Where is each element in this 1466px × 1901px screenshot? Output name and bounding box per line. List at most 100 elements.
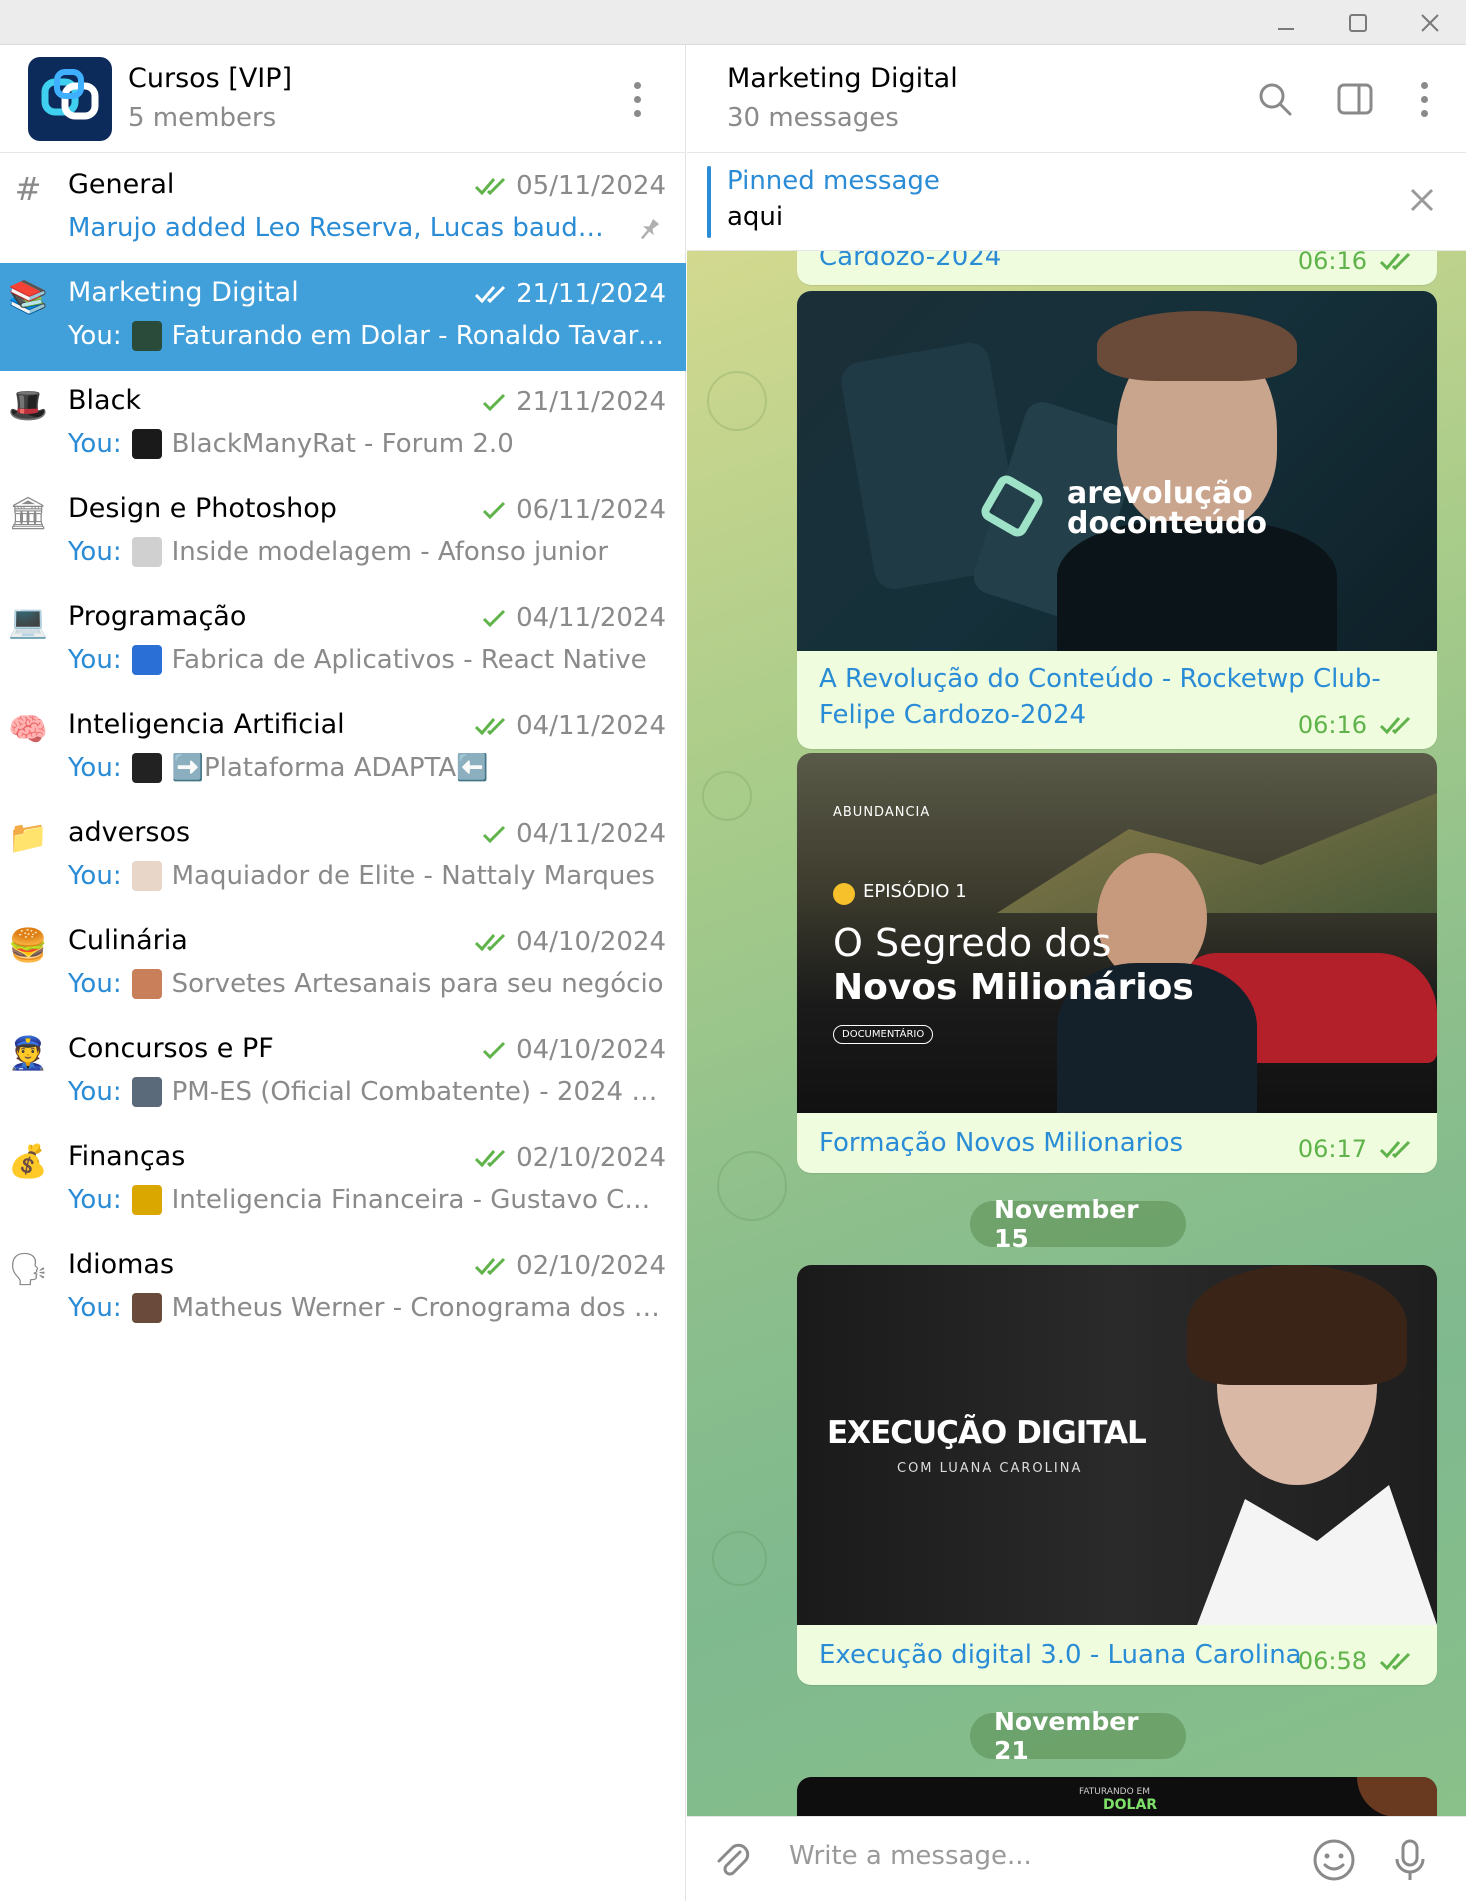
pinned-close-button[interactable] (1402, 180, 1442, 220)
conversation-panel: Marketing Digital 30 messages Pinned mes… (687, 45, 1466, 1901)
play-icon (833, 883, 855, 905)
chat-date: 04/11/2024 (474, 711, 666, 741)
conversation-header[interactable]: Marketing Digital 30 messages (687, 45, 1466, 153)
chat-preview-text: Fabrica de Aplicativos - React Native (171, 645, 647, 675)
chat-title: General (68, 169, 175, 200)
message-bubble[interactable]: FATURANDO EM DOLAR (797, 1777, 1437, 1816)
chat-item[interactable]: 🗣 Idiomas 02/10/2024 You: Matheus Werner - C… (0, 1235, 686, 1343)
chat-date-text: 04/11/2024 (516, 819, 666, 849)
pinned-label: Pinned message (727, 166, 940, 196)
minimize-button[interactable] (1256, 0, 1316, 45)
message-input[interactable]: Write a message... (789, 1841, 1032, 1871)
chat-emoji-icon: 🧠 (8, 710, 48, 748)
emoji-icon (1313, 1839, 1355, 1881)
message-time: 06:16 (1297, 711, 1367, 739)
chat-title: Design e Photoshop (68, 493, 337, 524)
chat-preview: You: PM-ES (Oficial Combatente) - 2024 Pó… (68, 1077, 666, 1107)
chat-sender-label: You: (68, 321, 122, 351)
background-doodle (717, 1151, 787, 1221)
message-meta: 06:16 (1298, 711, 1415, 739)
voice-message-button[interactable] (1387, 1837, 1433, 1883)
chat-preview-text: Matheus Werner - Cronograma dos Fl... (171, 1293, 666, 1323)
group-header[interactable]: Cursos [VIP] 5 members (0, 45, 686, 153)
chat-date: 04/10/2024 (474, 927, 666, 957)
double-check-icon (475, 1149, 506, 1168)
double-check-icon (1379, 1652, 1411, 1671)
chat-preview-text: PM-ES (Oficial Combatente) - 2024 Pós... (171, 1077, 666, 1107)
message-bubble[interactable]: arevolução doconteúdo A Revolução do Con… (797, 291, 1437, 749)
message-bubble[interactable]: Cardozo-2024 06:16 (797, 251, 1437, 285)
double-check-icon (475, 717, 506, 736)
media-brand-pre: FATURANDO EM (1079, 1787, 1150, 1797)
chat-preview-text: Faturando em Dolar - Ronaldo Tavares (171, 321, 666, 351)
chat-date-text: 21/11/2024 (516, 279, 666, 309)
chat-preview: You: Inside modelagem - Afonso junior (68, 537, 666, 567)
chat-item[interactable]: 👮 Concursos e PF 04/10/2024 You: PM-ES (Ofic… (0, 1019, 686, 1127)
media-line2: Novos Milionários (833, 967, 1194, 1008)
minimize-icon (1278, 27, 1294, 30)
chat-item[interactable]: # General 05/11/2024 Marujo added Leo Reser… (0, 155, 686, 263)
chat-item[interactable]: 🧠 Inteligencia Artificial 04/11/2024 You: ➡️… (0, 695, 686, 803)
chat-emoji-icon: 💻 (8, 602, 48, 640)
media-episode: EPISÓDIO 1 (863, 881, 967, 902)
chat-date: 21/11/2024 (474, 279, 666, 309)
chat-date-text: 21/11/2024 (516, 387, 666, 417)
emoji-button[interactable] (1311, 1837, 1357, 1883)
chat-item[interactable]: 💻 Programação 04/11/2024 You: Fabrica de Apl… (0, 587, 686, 695)
media-person-hair (1097, 311, 1297, 381)
chat-preview: You: Inteligencia Financeira - Gustavo Ce… (68, 1185, 666, 1215)
pinned-message-bar[interactable]: Pinned message aqui (687, 154, 1466, 251)
chat-date-text: 04/10/2024 (516, 1035, 666, 1065)
search-button[interactable] (1253, 77, 1297, 121)
chat-preview: You: Faturando em Dolar - Ronaldo Tavares (68, 321, 666, 351)
check-icon (483, 393, 506, 412)
chat-item[interactable]: 📁 adversos 04/11/2024 You: Maquiador de Elit… (0, 803, 686, 911)
chat-date-text: 04/11/2024 (516, 603, 666, 633)
messages-area[interactable]: Cardozo-2024 06:16 arevolução doconteúdo (687, 251, 1466, 1816)
group-members-count: 5 members (128, 103, 277, 133)
message-media-video[interactable]: ABUNDANCIA EPISÓDIO 1 O Segredo dos Novo… (797, 753, 1437, 1113)
chat-item[interactable]: 🎩 Black 21/11/2024 You: BlackManyRat - Forum… (0, 371, 686, 479)
chat-date-text: 06/11/2024 (516, 495, 666, 525)
search-icon (1259, 83, 1292, 116)
message-media-video[interactable]: FATURANDO EM DOLAR (797, 1777, 1437, 1816)
chat-preview: You: Matheus Werner - Cronograma dos Fl..… (68, 1293, 666, 1323)
chat-sender-label: You: (68, 537, 122, 567)
conversation-menu-button[interactable] (1409, 74, 1439, 124)
chat-emoji-icon: # (14, 170, 42, 208)
message-bubble[interactable]: ABUNDANCIA EPISÓDIO 1 O Segredo dos Novo… (797, 753, 1437, 1173)
chat-date: 04/10/2024 (474, 1035, 666, 1065)
chat-date-text: 04/11/2024 (516, 711, 666, 741)
chat-preview-thumbnail (131, 1185, 162, 1215)
group-menu-button[interactable] (622, 74, 652, 124)
double-check-icon (475, 933, 506, 952)
close-window-button[interactable] (1400, 0, 1460, 45)
attach-button[interactable] (709, 1837, 755, 1883)
message-media-video[interactable]: EXECUÇÃO DIGITAL COM LUANA CAROLINA (797, 1265, 1437, 1625)
date-separator: November 15 (970, 1195, 1186, 1253)
chat-preview-text: ➡️Plataforma ADAPTA⬅️ (171, 753, 489, 783)
chat-title: Concursos e PF (68, 1033, 274, 1064)
maximize-button[interactable] (1328, 0, 1388, 45)
group-avatar[interactable] (28, 57, 112, 141)
chat-sender-label: You: (68, 1185, 122, 1215)
chat-title: Inteligencia Artificial (68, 709, 345, 740)
chat-item[interactable]: 🏛 Design e Photoshop 06/11/2024 You: Inside … (0, 479, 686, 587)
sidebar-toggle-icon (1337, 83, 1373, 115)
chat-list: # General 05/11/2024 Marujo added Leo Reser… (0, 155, 686, 1343)
check-icon (483, 825, 506, 844)
message-media-video[interactable]: arevolução doconteúdo (797, 291, 1437, 651)
chat-item[interactable]: 🍔 Culinária 04/10/2024 You: Sorvetes Artesan… (0, 911, 686, 1019)
group-name: Cursos [VIP] (128, 63, 293, 94)
chat-preview: You: Sorvetes Artesanais para seu negócio (68, 969, 666, 999)
chat-preview-text: Inside modelagem - Afonso junior (171, 537, 609, 567)
chat-item[interactable]: 💰 Finanças 02/10/2024 You: Inteligencia Fina… (0, 1127, 686, 1235)
message-bubble[interactable]: EXECUÇÃO DIGITAL COM LUANA CAROLINA Exec… (797, 1265, 1437, 1685)
sidebar-toggle-button[interactable] (1333, 77, 1377, 121)
media-brand: DOLAR (1103, 1797, 1158, 1813)
chat-sender-label: You: (68, 1077, 122, 1107)
chat-date-text: 05/11/2024 (516, 171, 666, 201)
pin-icon (636, 217, 662, 243)
chat-item[interactable]: 📚 Marketing Digital 21/11/2024 You: Faturand… (0, 263, 686, 371)
chat-title: Marketing Digital (68, 277, 299, 308)
